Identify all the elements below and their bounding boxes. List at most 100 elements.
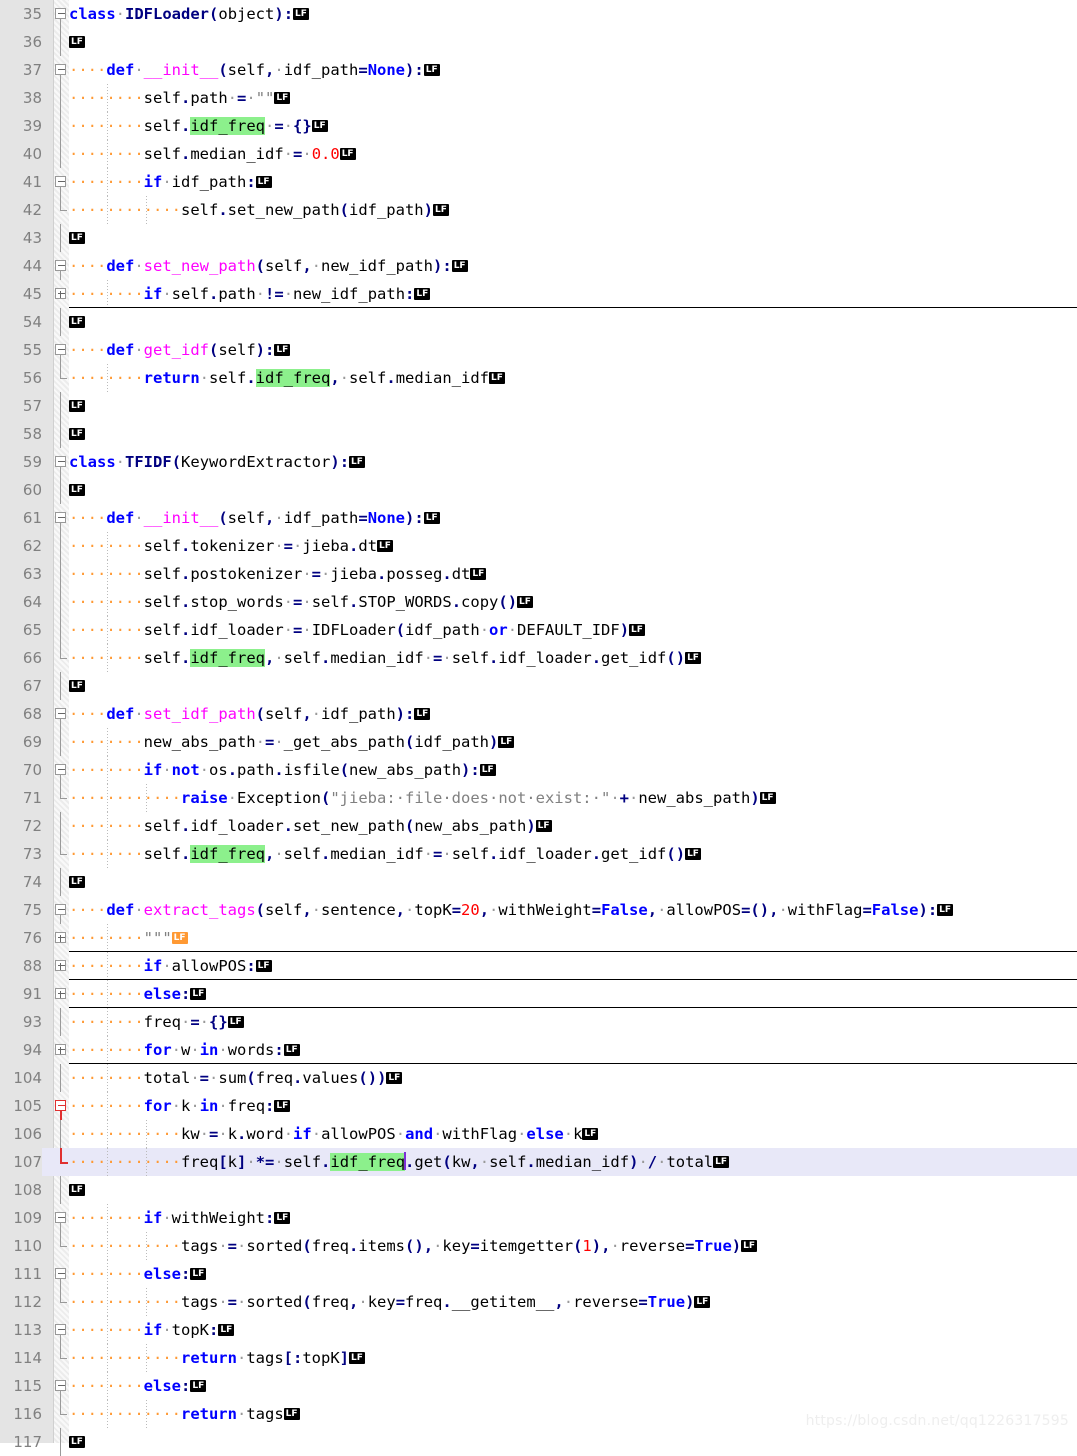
code-text[interactable]: ····def·get_idf(self): LF [69,336,1077,364]
code-text[interactable]: LF [69,1176,1077,1204]
fold-collapse-icon[interactable] [55,1380,66,1391]
code-text[interactable]: ········else: LF [69,980,1077,1008]
code-line[interactable]: 64 ········self.stop_words·=·self.STOP_WO… [0,588,1077,616]
fold-collapse-icon[interactable] [55,764,66,775]
code-line[interactable]: 44 ····def·set_new_path(self,·new_idf_pat… [0,252,1077,280]
fold-collapse-icon[interactable] [55,64,66,75]
code-text[interactable]: ········self.median_idf·=·0.0 LF [69,140,1077,168]
code-text[interactable]: ········return·self.idf_freq,·self.media… [69,364,1077,392]
fold-collapse-icon[interactable] [55,176,66,187]
code-text[interactable]: ····def·__init__(self,·idf_path=None): LF [69,56,1077,84]
fold-collapse-icon[interactable] [55,512,66,523]
code-text[interactable]: ········""" LF [69,924,1077,952]
code-text[interactable]: ····def·set_idf_path(self,·idf_path): LF [69,700,1077,728]
code-line[interactable]: 111 ········else: LF [0,1260,1077,1288]
code-text[interactable]: ········self.stop_words·=·self.STOP_WORD… [69,588,1077,616]
code-line[interactable]: 114 ············return·tags[:topK] LF [0,1344,1077,1372]
code-line[interactable]: 109 ········if·withWeight: LF [0,1204,1077,1232]
code-line[interactable]: 88 ········if·allowPOS: LF [0,952,1077,980]
code-line[interactable]: 59 class·TFIDF(KeywordExtractor): LF [0,448,1077,476]
code-text[interactable]: ············raise·Exception("jieba:·file… [69,784,1077,812]
code-text[interactable]: ········self.idf_freq,·self.median_idf·=… [69,840,1077,868]
fold-collapse-icon[interactable] [55,1212,66,1223]
fold-collapse-icon[interactable] [55,344,66,355]
code-text[interactable]: ········self.tokenizer·=·jieba.dt LF [69,532,1077,560]
fold-expand-icon[interactable] [55,960,66,971]
code-line[interactable]: 55 ····def·get_idf(self): LF [0,336,1077,364]
code-text[interactable]: ········if·self.path·!=·new_idf_path: LF [69,280,1077,308]
code-line[interactable]: 45 ········if·self.path·!=·new_idf_path: L… [0,280,1077,308]
code-text[interactable]: ········for·w·in·words: LF [69,1036,1077,1064]
code-line[interactable]: 43 LF [0,224,1077,252]
code-text[interactable]: LF [69,1428,1077,1456]
code-text[interactable]: ········if·not·os.path.isfile(new_abs_pa… [69,756,1077,784]
code-line[interactable]: 106 ············kw·=·k.word·if·allowPOS·a… [0,1120,1077,1148]
code-line[interactable]: 75 ····def·extract_tags(self,·sentence,·t… [0,896,1077,924]
code-text[interactable]: LF [69,476,1077,504]
code-line[interactable]: 94 ········for·w·in·words: LF [0,1036,1077,1064]
code-text[interactable]: ········if·idf_path: LF [69,168,1077,196]
code-text[interactable]: ········else: LF [69,1260,1077,1288]
fold-collapse-icon[interactable] [55,260,66,271]
code-line[interactable]: 54 LF [0,308,1077,336]
code-line[interactable]: 56 ········return·self.idf_freq,·self.med… [0,364,1077,392]
code-text[interactable]: ····def·__init__(self,·idf_path=None): LF [69,504,1077,532]
code-text[interactable]: ········self.idf_loader·=·IDFLoader(idf_… [69,616,1077,644]
fold-collapse-icon[interactable] [55,1100,66,1111]
code-text[interactable]: ············tags·=·sorted(freq.items(),·… [69,1232,1077,1260]
code-line[interactable]: 69 ········new_abs_path·=·_get_abs_path(i… [0,728,1077,756]
code-line[interactable]: 62 ········self.tokenizer·=·jieba.dt LF [0,532,1077,560]
code-text[interactable]: LF [69,28,1077,56]
code-text[interactable]: ········for·k·in·freq: LF [69,1092,1077,1120]
fold-collapse-icon[interactable] [55,904,66,915]
fold-collapse-icon[interactable] [55,708,66,719]
code-text[interactable]: ····def·extract_tags(self,·sentence,·top… [69,896,1077,924]
code-line[interactable]: 91 ········else: LF [0,980,1077,1008]
code-line[interactable]: 36 LF [0,28,1077,56]
code-line[interactable]: 58 LF [0,420,1077,448]
fold-expand-icon[interactable] [55,932,66,943]
code-line[interactable]: 73 ········self.idf_freq,·self.median_idf… [0,840,1077,868]
code-text[interactable]: ········if·allowPOS: LF [69,952,1077,980]
code-line[interactable]: 61 ····def·__init__(self,·idf_path=None):… [0,504,1077,532]
code-text[interactable]: LF [69,308,1077,336]
fold-expand-icon[interactable] [55,288,66,299]
fold-collapse-icon[interactable] [55,1268,66,1279]
fold-collapse-icon[interactable] [55,456,66,467]
code-line[interactable]: 105 ········for·k·in·freq: LF [0,1092,1077,1120]
code-line[interactable]: 113 ········if·topK: LF [0,1316,1077,1344]
code-text[interactable]: ········else: LF [69,1372,1077,1400]
code-line[interactable]: 40 ········self.median_idf·=·0.0 LF [0,140,1077,168]
code-line[interactable]: 93 ········freq·=·{} LF [0,1008,1077,1036]
code-line[interactable]: 66 ········self.idf_freq,·self.median_idf… [0,644,1077,672]
code-line[interactable]: 39 ········self.idf_freq·=·{} LF [0,112,1077,140]
fold-collapse-icon[interactable] [55,8,66,19]
code-text[interactable]: ········self.postokenizer·=·jieba.posseg… [69,560,1077,588]
code-editor[interactable]: 35 class·IDFLoader(object): LF 36 LF 37 ····de… [0,0,1077,1456]
code-text[interactable]: ············self.set_new_path(idf_path) L… [69,196,1077,224]
code-line[interactable]: 107 ············freq[k]·*=·self.idf_freq.… [0,1148,1077,1176]
code-line[interactable]: 117 LF [0,1428,1077,1456]
code-text[interactable]: ········if·topK: LF [69,1316,1077,1344]
code-line[interactable]: 71 ············raise·Exception("jieba:·fi… [0,784,1077,812]
code-line[interactable]: 38 ········self.path·=·"" LF [0,84,1077,112]
code-line[interactable]: 68 ····def·set_idf_path(self,·idf_path): L… [0,700,1077,728]
code-line[interactable]: 112 ············tags·=·sorted(freq,·key=f… [0,1288,1077,1316]
code-line[interactable]: 115 ········else: LF [0,1372,1077,1400]
code-line[interactable]: 37 ····def·__init__(self,·idf_path=None):… [0,56,1077,84]
code-text[interactable]: class·IDFLoader(object): LF [69,0,1077,28]
code-text[interactable]: ········new_abs_path·=·_get_abs_path(idf… [69,728,1077,756]
code-text[interactable]: LF [69,868,1077,896]
code-line[interactable]: 67 LF [0,672,1077,700]
code-text[interactable]: LF [69,672,1077,700]
code-text[interactable]: ············freq[k]·*=·self.idf_freq.get… [69,1148,1077,1176]
code-text[interactable]: class·TFIDF(KeywordExtractor): LF [69,448,1077,476]
code-text[interactable]: ········self.idf_freq·=·{} LF [69,112,1077,140]
fold-collapse-icon[interactable] [55,1324,66,1335]
code-line[interactable]: 74 LF [0,868,1077,896]
code-rows[interactable]: 35 class·IDFLoader(object): LF 36 LF 37 ····de… [0,0,1077,1456]
code-text[interactable]: ············tags·=·sorted(freq,·key=freq… [69,1288,1077,1316]
code-text[interactable]: LF [69,392,1077,420]
fold-expand-icon[interactable] [55,1044,66,1055]
code-line[interactable]: 63 ········self.postokenizer·=·jieba.poss… [0,560,1077,588]
